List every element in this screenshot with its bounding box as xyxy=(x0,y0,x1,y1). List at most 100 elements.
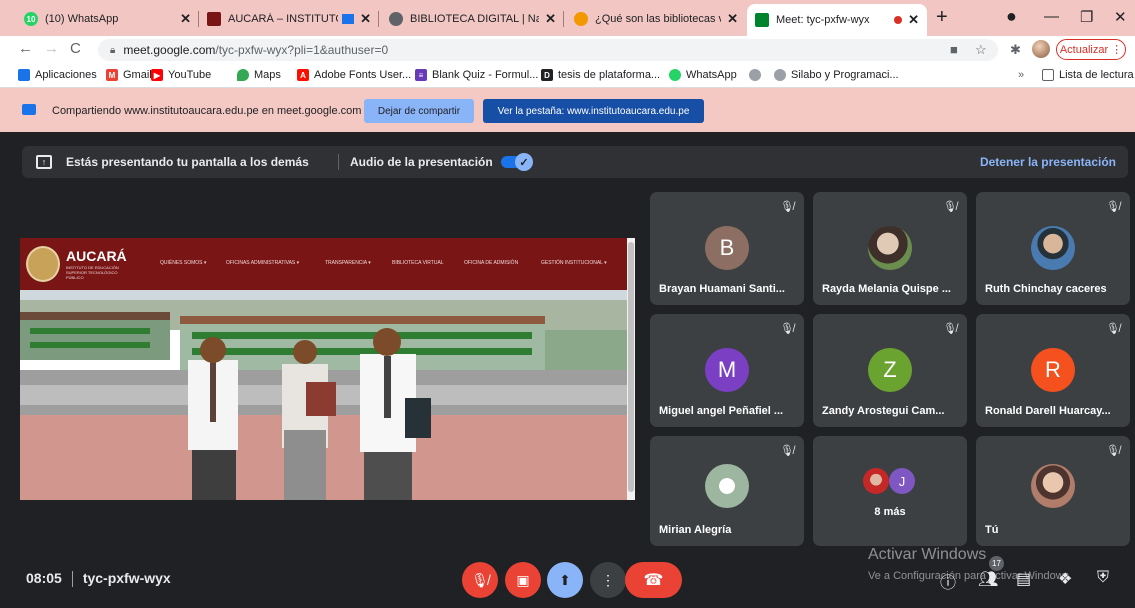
tab-sharing-bar: Compartiendo www.institutoaucara.edu.pe … xyxy=(0,88,1135,132)
meeting-details-icon[interactable]: ⓘ xyxy=(940,569,956,593)
mic-toggle-button[interactable]: 🎙︎̸ xyxy=(462,562,498,598)
participant-tile[interactable]: 🎙︎̸ Mirian Alegría xyxy=(650,436,804,546)
tab-title: BIBLIOTECA DIGITAL | Navega xyxy=(410,13,540,25)
more-options-button[interactable]: ⋮ xyxy=(590,562,626,598)
back-icon[interactable]: ← xyxy=(18,40,33,57)
mic-off-icon: 🎙︎̸ xyxy=(943,201,957,213)
close-icon[interactable]: ✕ xyxy=(545,11,556,27)
reload-icon[interactable]: C xyxy=(70,40,81,57)
hang-up-icon: ☎ xyxy=(643,572,664,589)
close-icon[interactable]: ✕ xyxy=(908,12,919,28)
new-tab-button[interactable]: + xyxy=(936,6,948,29)
profile-avatar[interactable] xyxy=(1032,40,1050,58)
site-subtitle: INSTITUTO DE EDUCACIÓN SUPERIOR TECNOLÓG… xyxy=(66,265,119,280)
bookmark-adobe-fonts[interactable]: A Adobe Fonts User... xyxy=(297,69,411,81)
bookmark-blank-quiz[interactable]: ≡ Blank Quiz - Formul... xyxy=(415,69,538,81)
leave-call-button[interactable]: ☎ xyxy=(625,562,682,598)
bookmark-label: Blank Quiz - Formul... xyxy=(432,69,539,81)
people-icon[interactable]: 👥︎ xyxy=(978,569,998,589)
participant-tile[interactable]: 🎙︎̸ B Brayan Huamani Santi... xyxy=(650,192,804,305)
participant-name: Miguel angel Peñafiel ... xyxy=(659,405,784,417)
bookmark-gmail[interactable]: M Gmail xyxy=(106,69,152,81)
participant-tile[interactable]: 🎙︎̸ R Ronald Darell Huarcay... xyxy=(976,314,1130,427)
close-icon[interactable]: ✕ xyxy=(180,11,191,27)
mic-off-icon: 🎙︎̸ xyxy=(780,201,794,213)
stop-sharing-button[interactable]: Dejar de compartir xyxy=(364,99,474,123)
address-bar[interactable]: 🔒︎ meet.google.com/tyc-pxfw-wyx?pli=1&au… xyxy=(98,39,998,61)
site-menu-item[interactable]: QUIÉNES SOMOS ▾ xyxy=(160,260,206,266)
window-close-icon[interactable]: ✕ xyxy=(1114,8,1127,26)
camera-in-use-icon[interactable]: ■ xyxy=(950,42,958,57)
reading-list-label: Lista de lectura xyxy=(1059,69,1134,81)
minimize-icon[interactable]: — xyxy=(1044,8,1059,25)
avatar xyxy=(1031,464,1075,508)
participant-tile[interactable]: 🎙︎̸ M Miguel angel Peñafiel ... xyxy=(650,314,804,427)
site-menu-item[interactable]: OFICINA DE ADMISIÓN xyxy=(464,260,518,266)
presentation-audio-toggle[interactable]: ✓ xyxy=(501,153,533,171)
activities-icon[interactable]: ❖ xyxy=(1058,569,1072,589)
view-tab-button[interactable]: Ver la pestaña: www.institutoaucara.edu.… xyxy=(483,99,704,123)
tab-biblioteca[interactable]: BIBLIOTECA DIGITAL | Navega ✕ xyxy=(381,6,564,32)
bookmark-silabo[interactable]: Silabo y Programaci... xyxy=(774,69,899,81)
url-host: meet.google.com xyxy=(123,43,216,57)
mic-off-icon: 🎙︎̸ xyxy=(1106,201,1120,213)
bookmark-whatsapp[interactable]: WhatsApp xyxy=(669,69,737,81)
present-screen-icon: ↑ xyxy=(36,155,52,169)
meeting-info: 08:05 tyc-pxfw-wyx xyxy=(26,570,171,588)
mic-off-icon: 🎙︎̸ xyxy=(471,571,489,588)
site-menu-item[interactable]: GESTIÓN INSTITUCIONAL ▾ xyxy=(541,260,607,266)
bookmark-tesis[interactable]: Dtesis de plataforma... xyxy=(541,69,660,81)
tab-meet[interactable]: Meet: tyc-pxfw-wyx ✕ xyxy=(747,4,927,36)
camera-off-icon: ▣ xyxy=(516,571,530,588)
screen-share-indicator-icon xyxy=(342,14,355,24)
bookmarks-bar: Aplicaciones M Gmail ▶ YouTube Maps A Adobe… xyxy=(0,64,1135,88)
gmail-icon: M xyxy=(106,69,118,81)
whatsapp-icon xyxy=(669,69,681,81)
more-participants-tile[interactable]: J 8 más xyxy=(813,436,967,546)
participant-tile[interactable]: 🎙︎̸ Z Zandy Arostegui Cam... xyxy=(813,314,967,427)
reading-list-button[interactable]: Lista de lectura xyxy=(1042,69,1134,81)
site-menu-item[interactable]: BIBLIOTECA VIRTUAL xyxy=(392,260,444,266)
more-bookmarks-button[interactable]: » xyxy=(1018,69,1024,81)
participant-name: Ruth Chinchay caceres xyxy=(985,283,1107,295)
bookmark-label: WhatsApp xyxy=(686,69,737,81)
restore-icon[interactable]: ❐ xyxy=(1080,8,1093,26)
meet-stage: ↑ Estás presentando tu pantalla a los de… xyxy=(0,132,1135,608)
self-tile[interactable]: 🎙︎̸ Tú xyxy=(976,436,1130,546)
host-controls-icon[interactable]: ⛨ xyxy=(1097,569,1109,587)
bookmark-maps[interactable]: Maps xyxy=(237,69,281,81)
site-menu-item[interactable]: TRANSPARENCIA ▾ xyxy=(325,260,371,266)
meeting-code[interactable]: tyc-pxfw-wyx xyxy=(83,570,171,586)
bookmark-apps[interactable]: Aplicaciones xyxy=(18,69,97,81)
stop-presenting-button[interactable]: Detener la presentación xyxy=(980,155,1116,169)
adobe-icon: A xyxy=(297,69,309,81)
star-icon[interactable]: ☆ xyxy=(975,42,987,58)
forward-icon[interactable]: → xyxy=(44,40,59,57)
close-icon[interactable]: ✕ xyxy=(727,11,738,27)
avatar xyxy=(863,468,889,494)
bookmark-youtube[interactable]: ▶ YouTube xyxy=(151,69,211,81)
shared-screen-scrollbar[interactable] xyxy=(627,238,635,500)
site-menu-item[interactable]: OFICINAS ADMINISTRATIVAS ▾ xyxy=(226,260,299,266)
update-button[interactable]: Actualizar ⋮ xyxy=(1056,39,1126,60)
participant-tile[interactable]: 🎙︎̸ Ruth Chinchay caceres xyxy=(976,192,1130,305)
presenting-text: Estás presentando tu pantalla a los demá… xyxy=(66,155,309,169)
bookmark-blank[interactable] xyxy=(749,69,766,81)
bookmark-label: Gmail xyxy=(123,69,152,81)
bookmark-label: Aplicaciones xyxy=(35,69,97,81)
tab-title: ¿Qué son las bibliotecas virtu xyxy=(595,13,721,25)
bookmark-label: YouTube xyxy=(168,69,212,81)
lock-icon: 🔒︎ xyxy=(110,44,116,56)
participant-tile[interactable]: 🎙︎̸ Rayda Melania Quispe ... xyxy=(813,192,967,305)
present-now-button[interactable]: ⬆ xyxy=(547,562,583,598)
avatar: B xyxy=(705,226,749,270)
apps-icon xyxy=(18,69,30,81)
profile-dot-icon[interactable]: ● xyxy=(1006,6,1017,27)
tab-whatsapp[interactable]: 10 (10) WhatsApp ✕ xyxy=(16,6,199,32)
camera-toggle-button[interactable]: ▣ xyxy=(505,562,541,598)
chat-icon[interactable]: ▤ xyxy=(1016,569,1031,589)
close-icon[interactable]: ✕ xyxy=(360,11,371,27)
tab-aucara[interactable]: AUCARÁ – INSTITUTO TE ✕ xyxy=(199,6,379,32)
tab-bibliotecas-virtuales[interactable]: ¿Qué son las bibliotecas virtu ✕ xyxy=(566,6,746,32)
extensions-icon[interactable]: ✱ xyxy=(1010,42,1021,58)
